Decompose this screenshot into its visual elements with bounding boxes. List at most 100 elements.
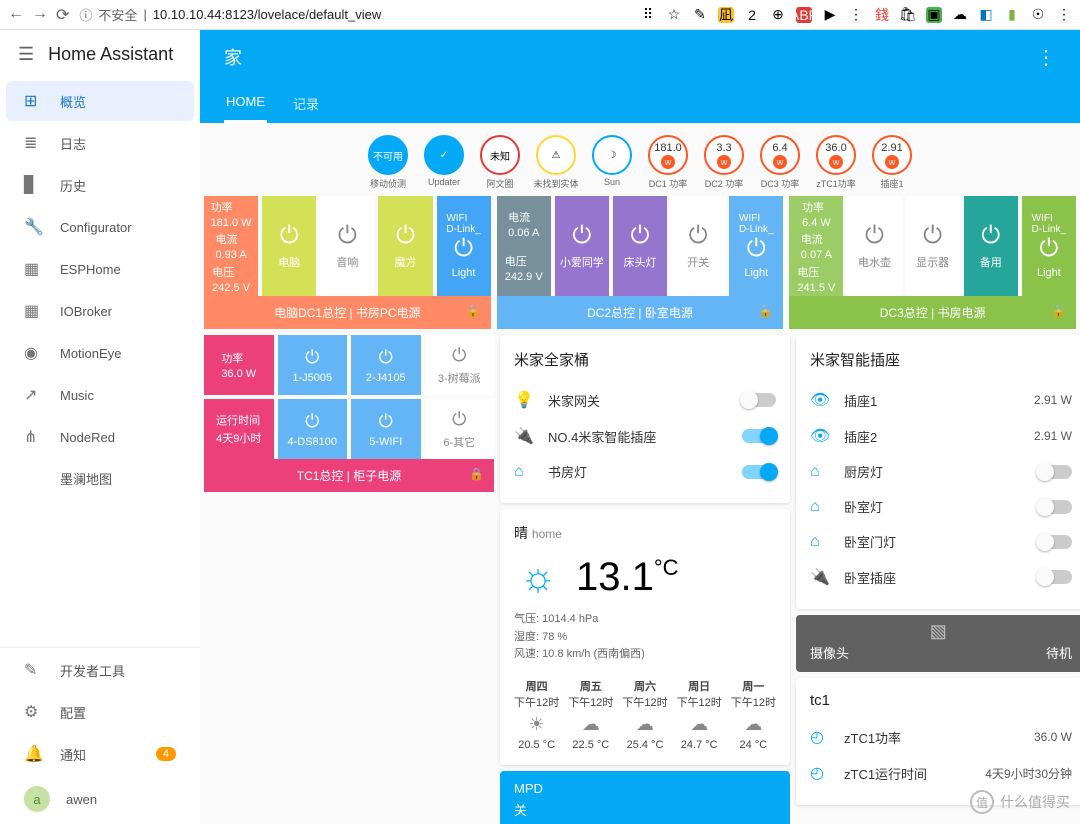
state-badge[interactable]: 未知阿文圈: [475, 135, 525, 190]
sidebar-item[interactable]: ▦ESPHome: [6, 249, 194, 289]
address-bar[interactable]: ⓘ 不安全 | 10.10.10.44:8123/lovelace/defaul…: [79, 5, 630, 24]
toggle-switch[interactable]: [742, 393, 776, 407]
power-tile[interactable]: ⏻显示器: [906, 196, 960, 296]
forecast-icon: ☁: [568, 714, 613, 735]
power-tile[interactable]: ⏻3-树莓派: [425, 335, 495, 395]
sidebar-user[interactable]: a awen: [6, 776, 194, 822]
power-tile[interactable]: ⏻开关: [671, 196, 725, 296]
power-tile[interactable]: ⏻床头灯: [613, 196, 667, 296]
ext-icon[interactable]: 2: [744, 7, 760, 23]
tc1-card: tc1 ◴ zTC1功率 36.0 W ◴ zTC1运行时间 4天9小时30分钟: [796, 678, 1080, 805]
info-tile: 功率181.0 W电流0.93 A电压242.5 V: [204, 196, 258, 296]
sidebar-item[interactable]: ▦IOBroker: [6, 291, 194, 331]
tab[interactable]: 记录: [291, 84, 321, 123]
ext-icon[interactable]: ⋮: [848, 7, 864, 23]
state-badge[interactable]: 36.0wzTC1功率: [811, 135, 861, 190]
toggle-switch[interactable]: [742, 465, 776, 479]
sidebar-item[interactable]: 墨澜地图: [6, 459, 194, 498]
power-tile[interactable]: WIFI D-Link_⏻Light: [437, 196, 491, 296]
tab[interactable]: HOME: [224, 84, 267, 123]
forecast-day: 周日下午12时☁24.7 °C: [677, 678, 722, 751]
power-tile[interactable]: ⏻备用: [964, 196, 1018, 296]
card-title: 米家全家桶: [514, 349, 776, 370]
sidebar-item[interactable]: ▊历史: [6, 165, 194, 205]
nav-icon: ↗: [24, 385, 44, 405]
sidebar-item[interactable]: 🔧Configurator: [6, 207, 194, 247]
toggle-switch[interactable]: [1038, 500, 1072, 514]
ext-icon[interactable]: 🛍: [900, 7, 916, 23]
ext-icon[interactable]: ✎: [692, 7, 708, 23]
sidebar-config[interactable]: ⚙ 配置: [6, 692, 194, 732]
power-tile[interactable]: ⏻2-J4105: [351, 335, 421, 395]
ext-icon[interactable]: ◧: [978, 7, 994, 23]
sidebar-item[interactable]: ≣日志: [6, 123, 194, 163]
state-badge[interactable]: ⚠未找到实体: [531, 135, 581, 190]
sidebar-item[interactable]: ⋔NodeRed: [6, 417, 194, 457]
section-footer[interactable]: DC2总控 | 卧室电源🔒: [497, 296, 784, 329]
forward-icon[interactable]: →: [32, 5, 48, 25]
camera-card[interactable]: ▧ 摄像头 待机: [796, 615, 1080, 672]
power-tile[interactable]: WIFI D-Link_⏻Light: [729, 196, 783, 296]
back-icon[interactable]: ←: [8, 5, 24, 25]
hammer-icon: ✎: [24, 660, 44, 680]
power-icon: ⏻: [338, 222, 357, 250]
nav-icon: ≣: [24, 133, 44, 153]
menu-toggle-icon[interactable]: ☰: [18, 44, 34, 65]
menu-icon[interactable]: ⋮: [1056, 7, 1072, 23]
power-tile[interactable]: ⏻4-DS8100: [278, 399, 348, 459]
toggle-switch[interactable]: [1038, 570, 1072, 584]
ext-icon[interactable]: 凪: [718, 7, 734, 23]
state-badge[interactable]: 2.91w插座1: [867, 135, 917, 190]
power-tile[interactable]: ⏻电脑: [262, 196, 316, 296]
ext-icon[interactable]: ▣: [926, 7, 942, 23]
state-badge[interactable]: ☽Sun: [587, 135, 637, 190]
star-icon[interactable]: ☆: [666, 7, 682, 23]
sidebar-item[interactable]: ⊞概览: [6, 81, 194, 121]
entity-icon: ⌂: [810, 533, 830, 551]
toggle-switch[interactable]: [742, 429, 776, 443]
section-footer[interactable]: 电脑DC1总控 | 书房PC电源🔒: [204, 296, 491, 329]
state-badge[interactable]: 不可用移动侦测: [363, 135, 413, 190]
state-badge[interactable]: 181.0wDC1 功率: [643, 135, 693, 190]
ext-icon[interactable]: ▶: [822, 7, 838, 23]
sidebar-item[interactable]: ↗Music: [6, 375, 194, 415]
page-title: 家: [224, 44, 242, 70]
power-tile[interactable]: ⏻电水壶: [847, 196, 901, 296]
sidebar-dev-tools[interactable]: ✎ 开发者工具: [6, 650, 194, 690]
toggle-switch[interactable]: [1038, 535, 1072, 549]
lock-icon: 🔒: [469, 467, 484, 481]
sidebar-item[interactable]: ◉MotionEye: [6, 333, 194, 373]
toggle-switch[interactable]: [1038, 465, 1072, 479]
power-tile[interactable]: ⏻小爱同学: [555, 196, 609, 296]
sidebar-notifications[interactable]: 🔔 通知 4: [6, 734, 194, 774]
state-badge[interactable]: ✓Updater: [419, 135, 469, 190]
power-icon: ⏻: [396, 222, 415, 250]
ext-icon[interactable]: ☁: [952, 7, 968, 23]
power-icon: ⏻: [379, 411, 393, 432]
entity-row: ⌂ 卧室门灯: [810, 524, 1072, 559]
state-badge[interactable]: 3.3wDC2 功率: [699, 135, 749, 190]
section-footer[interactable]: TC1总控 | 柜子电源🔒: [204, 459, 494, 492]
translate-icon[interactable]: ⠿: [640, 7, 656, 23]
power-icon: ⏻: [572, 222, 591, 250]
power-tile[interactable]: ⏻魔方: [378, 196, 432, 296]
mpd-card[interactable]: MPD 关: [500, 771, 790, 824]
power-tile[interactable]: ⏻音响: [320, 196, 374, 296]
power-tile[interactable]: WIFI D-Link_⏻Light: [1022, 196, 1076, 296]
section-footer[interactable]: DC3总控 | 书房电源🔒: [789, 296, 1076, 329]
profile-icon[interactable]: ☉: [1030, 7, 1046, 23]
ext-icon[interactable]: 錢: [874, 7, 890, 23]
power-tile[interactable]: ⏻1-J5005: [278, 335, 348, 395]
power-tile[interactable]: ⏻5-WIFI: [351, 399, 421, 459]
overflow-menu-icon[interactable]: ⋮: [1036, 45, 1056, 70]
reload-icon[interactable]: ⟳: [56, 5, 69, 25]
state-badge[interactable]: 6.4wDC3 功率: [755, 135, 805, 190]
ext-icon[interactable]: ⊕: [770, 7, 786, 23]
entity-row: 🔌 NO.4米家智能插座: [514, 418, 776, 454]
entity-icon: ⌂: [514, 463, 534, 481]
dc-section: 功率6.4 W电流0.07 A电压241.5 V⏻电水壶⏻显示器⏻备用WIFI …: [789, 196, 1076, 329]
ext-icon[interactable]: ▮: [1004, 7, 1020, 23]
forecast-icon: ☀: [514, 714, 559, 735]
power-tile[interactable]: ⏻6-其它: [425, 399, 495, 459]
abp-icon[interactable]: ABP: [796, 7, 812, 23]
